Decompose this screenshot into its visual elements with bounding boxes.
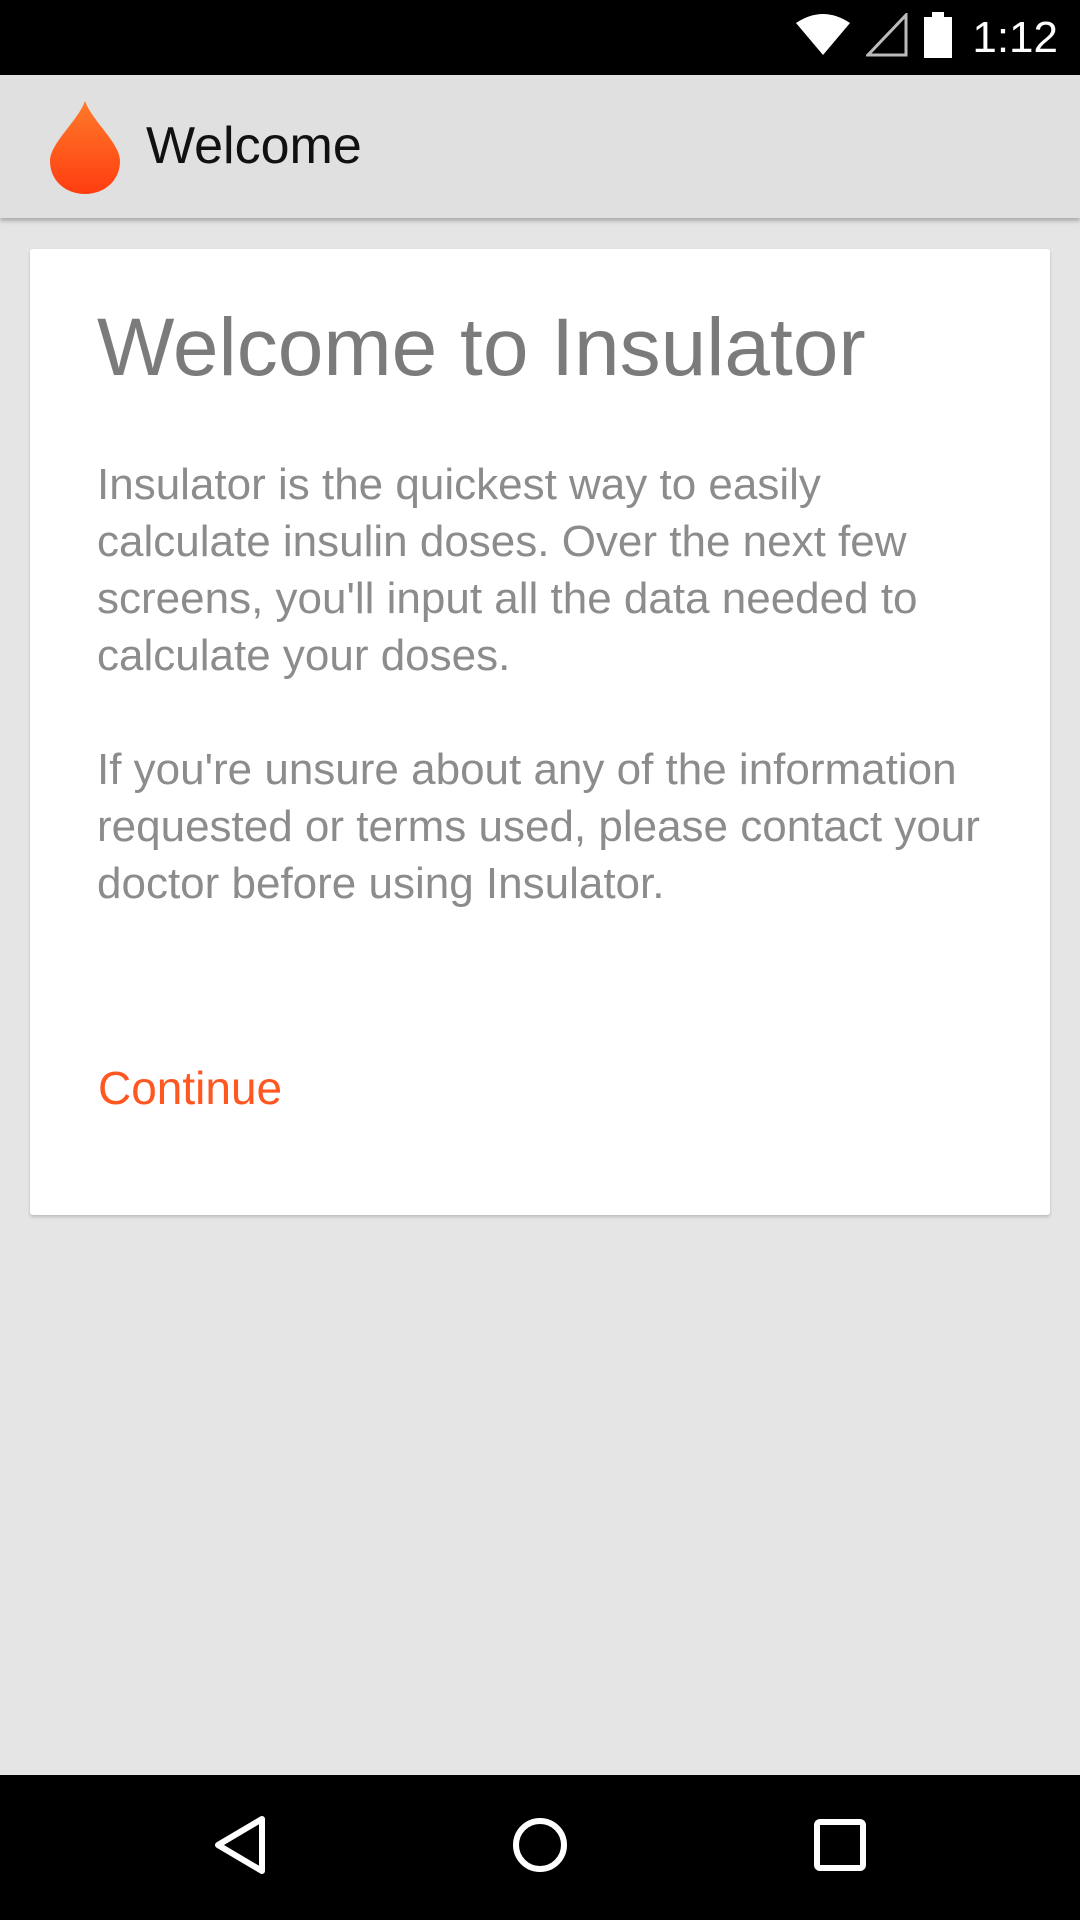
home-icon [510, 1815, 570, 1880]
status-icons: 1:12 [794, 0, 1058, 75]
nav-bar [0, 1775, 1080, 1920]
wifi-icon [794, 13, 852, 62]
battery-icon [924, 12, 953, 63]
recents-icon [813, 1818, 867, 1877]
home-button[interactable] [460, 1775, 620, 1920]
blood-drop-icon [48, 99, 122, 195]
app-bar: Welcome [0, 75, 1080, 218]
cell-signal-icon [864, 11, 910, 62]
card-title: Welcome to Insulator [97, 302, 866, 393]
continue-button[interactable]: Continue [82, 1047, 298, 1129]
back-button[interactable] [160, 1775, 320, 1920]
status-time: 1:12 [972, 12, 1058, 62]
screen: 1:12 Welcome Welcome to Insulator Insula… [0, 0, 1080, 1920]
card-body: Insulator is the quickest way to easily … [97, 456, 997, 969]
back-icon [212, 1815, 268, 1880]
app-title: Welcome [146, 117, 362, 175]
disclaimer-paragraph: If you're unsure about any of the inform… [97, 745, 980, 908]
recents-button[interactable] [760, 1775, 920, 1920]
intro-paragraph: Insulator is the quickest way to easily … [97, 460, 918, 680]
status-bar: 1:12 [0, 0, 1080, 75]
welcome-card: Welcome to Insulator Insulator is the qu… [30, 249, 1050, 1215]
